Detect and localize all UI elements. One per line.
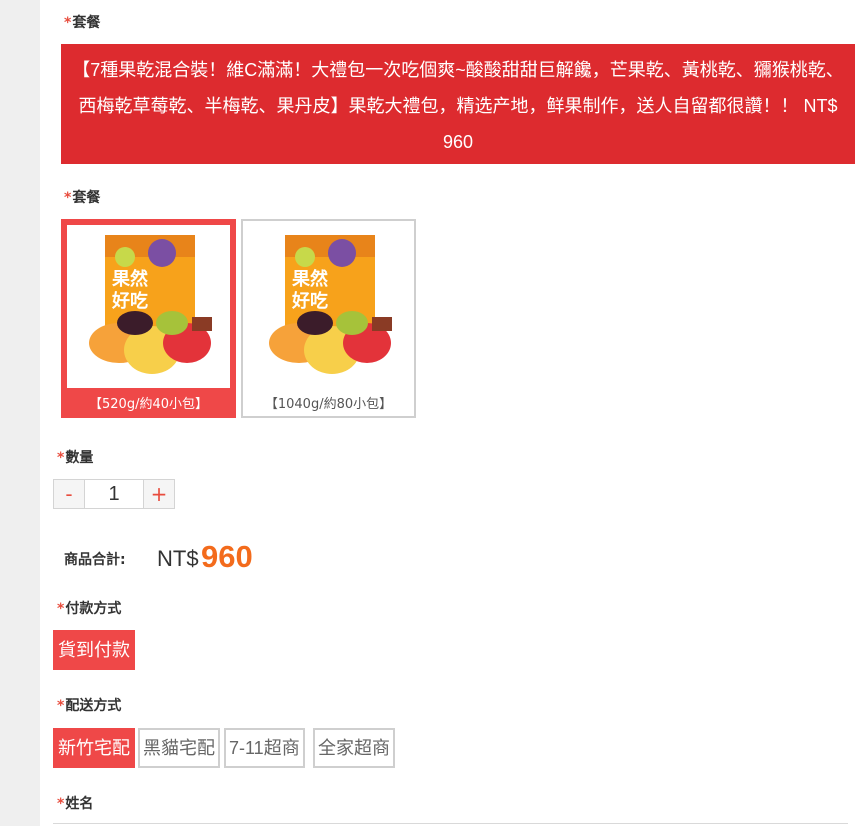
- payment-option-cod[interactable]: 貨到付款: [53, 630, 135, 670]
- quantity-stepper: - 1 +: [53, 479, 175, 509]
- package-text-1: 果然: [291, 268, 328, 290]
- shipping-label: *配送方式: [57, 698, 122, 714]
- payment-label: *付款方式: [57, 601, 122, 617]
- product-image: 果然 好吃: [247, 225, 410, 388]
- dried-fruit-bag-image: 果然 好吃: [89, 235, 212, 374]
- shipping-option-hsinchu[interactable]: 新竹宅配: [53, 728, 135, 768]
- shipping-option-familymart[interactable]: 全家超商: [313, 728, 395, 768]
- package-text-2: 好吃: [291, 290, 328, 312]
- option-caption: 【1040g/約80小包】: [264, 397, 393, 412]
- left-sidebar-strip: [0, 0, 40, 826]
- option-caption: 【520g/約40小包】: [89, 397, 208, 412]
- dried-fruit-bag-image: 果然 好吃: [269, 235, 392, 374]
- shipping-option-black-cat[interactable]: 黑貓宅配: [138, 728, 220, 768]
- total-price: 960: [201, 539, 253, 574]
- package-text-2: 好吃: [111, 290, 148, 312]
- option-label: *套餐: [64, 190, 101, 206]
- package-description-banner: 【7種果乾混合裝！維C滿滿！大禮包一次吃個爽~酸酸甜甜巨解饞，芒果乾、黃桃乾、獼…: [61, 44, 855, 164]
- name-input-top-border[interactable]: [53, 823, 848, 824]
- total-label: 商品合計:: [64, 552, 126, 568]
- package-text-1: 果然: [111, 268, 148, 290]
- shipping-option-711[interactable]: 7-11超商: [224, 728, 305, 768]
- option-card-1040g[interactable]: 果然 好吃 【1040g/約80小包】: [241, 219, 416, 418]
- increase-quantity-button[interactable]: +: [143, 480, 174, 508]
- quantity-label: *數量: [57, 450, 94, 466]
- decrease-quantity-button[interactable]: -: [54, 480, 85, 508]
- quantity-input[interactable]: 1: [85, 480, 143, 508]
- product-image: 果然 好吃: [67, 225, 230, 388]
- name-label: *姓名: [57, 796, 94, 812]
- package-label: *套餐: [64, 15, 101, 31]
- option-card-520g[interactable]: 果然 好吃 【520g/約40小包】: [61, 219, 236, 418]
- total-currency: NT$: [157, 546, 199, 571]
